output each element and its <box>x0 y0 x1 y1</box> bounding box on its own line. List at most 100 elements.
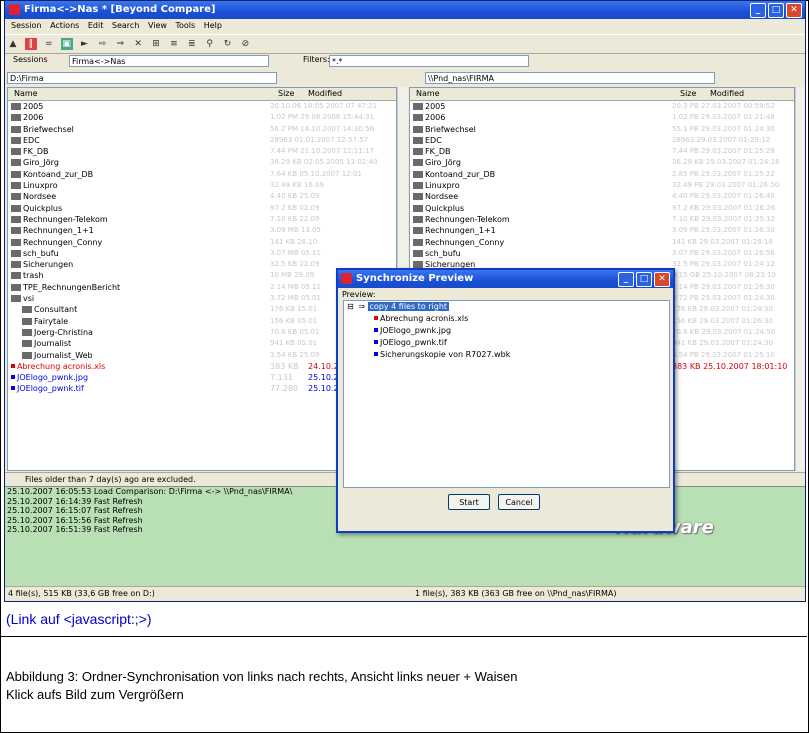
filter-icon[interactable]: ⚲ <box>204 38 216 50</box>
right-col-size[interactable]: Size <box>680 89 696 98</box>
menu-help[interactable]: Help <box>204 21 222 30</box>
left-row[interactable]: 2005 20.10.06 18:05 2007 07 47:21 <box>8 101 396 112</box>
window-titlebar: Firma<->Nas * [Beyond Compare] _ □ ✕ <box>5 1 805 19</box>
show-same-icon[interactable]: = <box>43 38 55 50</box>
right-row-modified: 1.02 PB 29.03.2007 01:21:48 <box>672 113 775 122</box>
dialog-minimize-button[interactable]: _ <box>618 272 634 287</box>
collapse-icon[interactable]: ⊟ <box>347 302 354 311</box>
left-row-label: Joerg-Christina <box>34 327 93 337</box>
right-row-name: sch_bufu <box>413 248 461 259</box>
menu-view[interactable]: View <box>148 21 167 30</box>
right-row[interactable]: 2006 1.02 PB 29.03.2007 01:21:48 <box>410 112 794 123</box>
preview-tree[interactable]: ⊟ ⇒ copy 4 files to right Abrechung acro… <box>343 300 670 488</box>
right-col-modified[interactable]: Modified <box>710 89 744 98</box>
close-button[interactable]: ✕ <box>786 3 802 18</box>
tree-item[interactable]: JOElogo_pwnk.tif <box>344 337 669 349</box>
filters-select[interactable]: *.* <box>329 55 529 67</box>
left-row-name: Briefwechsel <box>11 124 74 135</box>
right-row[interactable]: Rechnungen_1+1 3.09 PB 29.03.2007 01:26:3… <box>410 225 794 236</box>
sessions-label[interactable]: Sessions <box>13 55 48 64</box>
right-row[interactable]: sch_bufu 3.07 PB 29.03.2007 01:26:56 <box>410 248 794 259</box>
collapse-icon[interactable]: ≣ <box>186 38 198 50</box>
expand-icon[interactable]: ≡ <box>168 38 180 50</box>
session-bar: Sessions Firma<->Nas Filters: *.* <box>5 53 805 69</box>
left-row[interactable]: Rechnungen-Telekom 7.10 KB 22.09 <box>8 214 396 225</box>
right-row[interactable]: Rechnungen-Telekom 7.10 KB 29.03.2007 01:… <box>410 214 794 225</box>
menu-tools[interactable]: Tools <box>175 21 195 30</box>
show-diffs-icon[interactable]: ‖ <box>24 38 37 50</box>
copy-icon[interactable]: ⇨ <box>96 38 108 50</box>
dialog-maximize-button[interactable]: □ <box>636 272 652 287</box>
right-row[interactable]: 2005 20.3 PB 27.03.2007 00:59:52 <box>410 101 794 112</box>
tree-root-label[interactable]: copy 4 files to right <box>367 302 450 311</box>
minimize-button[interactable]: _ <box>750 3 766 18</box>
right-row[interactable]: Kontoand_zur_DB 2.85 PB 29.03.2007 01:25:… <box>410 169 794 180</box>
move-icon[interactable]: ⇒ <box>114 38 126 50</box>
left-row-modified: 56.2 PM 14.10.2007 14:30:56 <box>270 124 375 133</box>
delete-icon[interactable]: ✕ <box>132 38 144 50</box>
left-row-name: FK_DB <box>11 146 49 157</box>
right-row[interactable]: Quickplus 97.2 KB 29.03.2007 01:26:26 <box>410 203 794 214</box>
right-row[interactable]: Nordsee 4.40 PB 29.03.2007 01:26:40 <box>410 191 794 202</box>
folder-icon <box>413 238 423 246</box>
right-row-label: EDC <box>425 135 442 145</box>
left-row[interactable]: EDC 28963 01.01.2007 12:57:57 <box>8 135 396 146</box>
left-row-name: Journalist_Web <box>22 350 93 361</box>
refresh-icon[interactable]: ↻ <box>222 38 234 50</box>
left-row[interactable]: Giro_Jörg 36.29 KB 02.05.2005 13:02:40 <box>8 157 396 168</box>
left-row[interactable]: Quickplus 97.2 KB 02.09 <box>8 203 396 214</box>
beyond-compare-screenshot[interactable]: Firma<->Nas * [Beyond Compare] _ □ ✕ Ses… <box>4 0 806 602</box>
menu-search[interactable]: Search <box>112 21 139 30</box>
right-col-name[interactable]: Name <box>416 89 440 98</box>
left-row[interactable]: Rechnungen_Conny 141 KB 26.10 <box>8 237 396 248</box>
right-row[interactable]: Rechnungen_Conny 141 KB 29.03.2007 01:26:… <box>410 237 794 248</box>
menu-actions[interactable]: Actions <box>50 21 79 30</box>
right-row-name: Linuxpro <box>413 180 460 191</box>
compare-icon[interactable]: ⊞ <box>150 38 162 50</box>
menu-session[interactable]: Session <box>11 21 42 30</box>
left-row[interactable]: Linuxpro 32.49 KB 16.09 <box>8 180 396 191</box>
folder-icon <box>413 148 423 156</box>
left-row[interactable]: FK_DB 7.44 PM 21.10.2007 12:11:17 <box>8 146 396 157</box>
folder-icon <box>11 204 21 212</box>
left-row[interactable]: Nordsee 4.40 KB 25.09 <box>8 191 396 202</box>
show-orphans-icon[interactable]: ▣ <box>60 38 73 50</box>
session-select[interactable]: Firma<->Nas <box>69 55 269 67</box>
left-row-modified: 176 KB 15.01 <box>270 305 318 314</box>
menu-edit[interactable]: Edit <box>88 21 104 30</box>
start-button[interactable]: Start <box>448 494 490 510</box>
left-row[interactable]: Rechnungen_1+1 3.09 MB 13.05 <box>8 225 396 236</box>
left-col-name[interactable]: Name <box>14 89 38 98</box>
left-col-size[interactable]: Size <box>278 89 294 98</box>
right-row[interactable]: Giro_Jörg 36.29 KB 29.03.2007 01:24:16 <box>410 157 794 168</box>
right-row-modified: 4.40 PB 29.03.2007 01:26:40 <box>672 192 775 201</box>
right-row[interactable]: EDC 28963 29.03.2007 01:29:12 <box>410 135 794 146</box>
left-row-name: Rechnungen-Telekom <box>11 214 108 225</box>
dialog-close-button[interactable]: ✕ <box>654 272 670 287</box>
tree-root[interactable]: ⊟ ⇒ copy 4 files to right <box>344 301 669 313</box>
cancel-button[interactable]: Cancel <box>498 494 540 510</box>
tree-item[interactable]: JOElogo_pwnk.jpg <box>344 325 669 337</box>
folder-icon <box>413 227 423 235</box>
left-row[interactable]: 2006 1.02 PM 29.08.2006 15:44:31 <box>8 112 396 123</box>
right-row[interactable]: Briefwechsel 55.1 PB 29.03.2007 01:24:30 <box>410 124 794 135</box>
maximize-button[interactable]: □ <box>768 3 784 18</box>
right-row[interactable]: FK_DB 7.44 PB 29.03.2007 01:25:28 <box>410 146 794 157</box>
left-row[interactable]: Kontoand_zur_DB 7.64 KB 05.10.2007 12:01 <box>8 169 396 180</box>
left-row[interactable]: sch_bufu 3.07 MB 05.11 <box>8 248 396 259</box>
right-row-modified: 32.49 PB 29.03.2007 01:26:50 <box>672 181 780 190</box>
left-row[interactable]: Briefwechsel 56.2 PM 14.10.2007 14:30:56 <box>8 124 396 135</box>
tree-item[interactable]: Sicherungskopie von R7027.wbk <box>344 349 669 361</box>
stop-icon[interactable]: ⊘ <box>239 38 251 50</box>
show-newer-icon[interactable]: ► <box>79 38 91 50</box>
show-all-icon[interactable]: ▲ <box>7 38 19 50</box>
right-path-input[interactable]: \\Pnd_nas\FIRMA <box>425 72 715 84</box>
right-row[interactable]: Linuxpro 32.49 PB 29.03.2007 01:26:50 <box>410 180 794 191</box>
left-path-input[interactable]: D:\Firma <box>7 72 277 84</box>
tree-item[interactable]: Abrechung acronis.xls <box>344 313 669 325</box>
right-row-modified: 7.44 PB 29.03.2007 01:25:28 <box>672 147 775 156</box>
folder-icon <box>11 136 21 144</box>
right-scrollbar[interactable] <box>795 87 805 471</box>
left-col-modified[interactable]: Modified <box>308 89 342 98</box>
caption-link[interactable]: (Link auf <javascript:;>) <box>6 611 152 627</box>
